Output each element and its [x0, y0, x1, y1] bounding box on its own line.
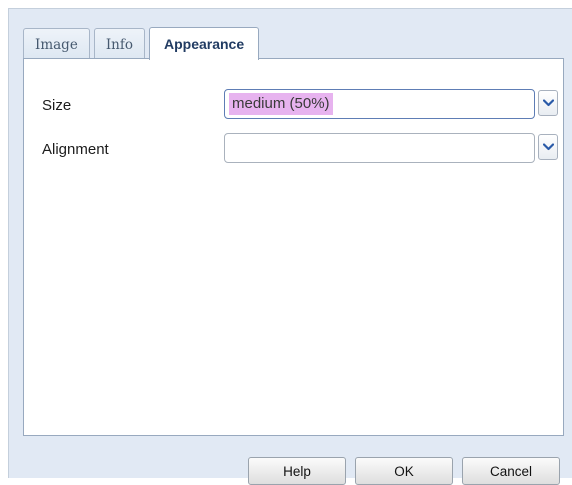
- image-properties-dialog: Image Info Appearance Size medium (50%) …: [8, 8, 572, 485]
- tab-bar: Image Info Appearance: [23, 26, 260, 60]
- tab-image[interactable]: Image: [23, 28, 90, 60]
- tab-appearance[interactable]: Appearance: [148, 27, 260, 60]
- ok-button[interactable]: OK: [355, 457, 453, 485]
- tab-info[interactable]: Info: [93, 28, 145, 60]
- size-select-value: medium (50%): [229, 93, 333, 115]
- size-select[interactable]: medium (50%): [224, 89, 535, 119]
- alignment-dropdown-button[interactable]: [538, 134, 558, 160]
- chevron-down-icon: [542, 99, 554, 107]
- size-dropdown-button[interactable]: [538, 90, 558, 116]
- alignment-select[interactable]: [224, 133, 535, 163]
- chevron-down-icon: [542, 143, 554, 151]
- size-row: Size medium (50%): [24, 89, 563, 121]
- help-button[interactable]: Help: [248, 457, 346, 485]
- cancel-button[interactable]: Cancel: [462, 457, 560, 485]
- alignment-label: Alignment: [42, 141, 109, 158]
- appearance-panel: Size medium (50%) Alignment: [23, 58, 564, 436]
- alignment-row: Alignment: [24, 133, 563, 165]
- size-label: Size: [42, 97, 72, 114]
